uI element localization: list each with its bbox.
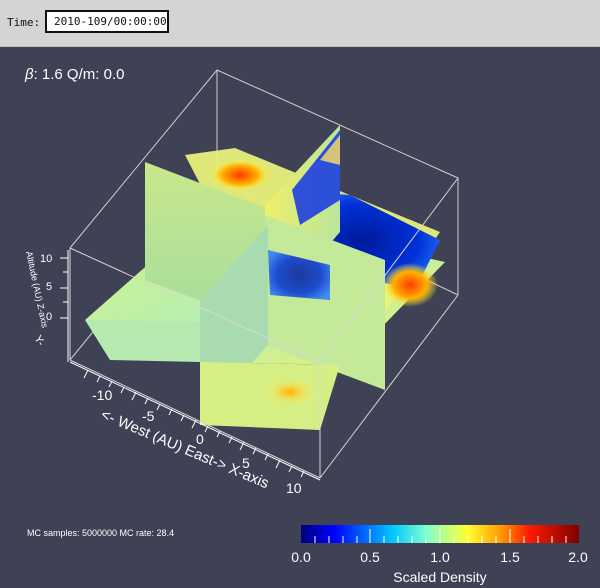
colorbar-tick: 1.0 (430, 549, 450, 565)
colorbar (301, 525, 579, 543)
x-tick-label: 10 (286, 480, 302, 496)
colorbar-tick: 0.0 (291, 549, 311, 565)
colorbar-title: Scaled Density (393, 569, 487, 585)
mc-stats: MC samples: 5000000 MC rate: 28.4 (27, 528, 175, 538)
plot-canvas[interactable]: -10 -5 0 5 10 <- West (AU) East-> X-axis… (0, 0, 600, 588)
z-tick-label: 10 (40, 253, 52, 265)
simulation-params: β: 1.6 Q/m: 0.0 (25, 66, 124, 83)
z-tick-label: 5 (46, 281, 52, 293)
beta-symbol: β (25, 66, 34, 83)
beta-qm-text: : 1.6 Q/m: 0.0 (33, 66, 125, 83)
x-tick-label: -10 (92, 387, 112, 403)
y-axis-title: Y- (31, 334, 47, 349)
colorbar-tick: 2.0 (568, 549, 588, 565)
z-axis (60, 250, 69, 362)
colorbar-tick: 0.5 (360, 549, 380, 565)
colorbar-tick: 1.5 (500, 549, 520, 565)
